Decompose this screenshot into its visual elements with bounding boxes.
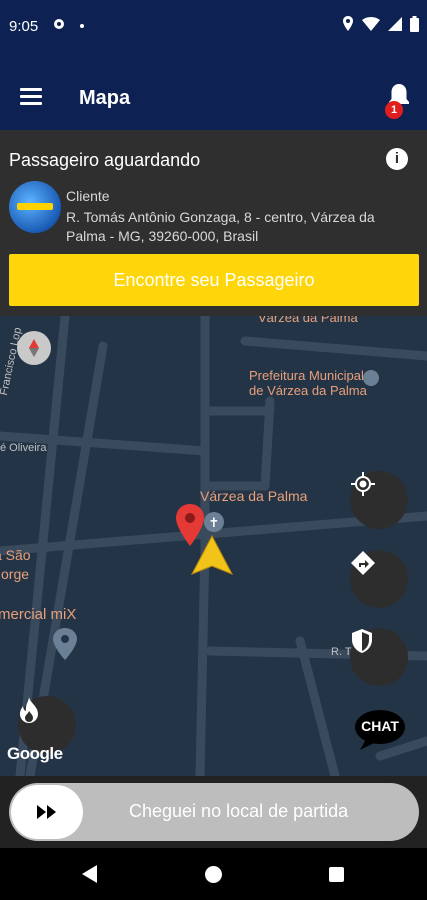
chat-label: CHAT bbox=[361, 718, 399, 734]
map-label-city: Várzea da Palma bbox=[200, 488, 308, 504]
system-nav-bar bbox=[0, 848, 427, 900]
notification-badge: 1 bbox=[385, 101, 403, 119]
directions-button[interactable] bbox=[350, 550, 408, 608]
svg-text:✝: ✝ bbox=[209, 516, 220, 531]
status-time: 9:05 bbox=[9, 18, 39, 35]
home-icon[interactable] bbox=[205, 866, 222, 883]
menu-icon[interactable] bbox=[20, 88, 42, 106]
client-label: Cliente bbox=[66, 188, 110, 204]
signal-icon bbox=[388, 17, 402, 31]
driver-arrow-icon bbox=[190, 534, 234, 575]
passenger-card: Passageiro aguardando i Cliente R. Tomás… bbox=[0, 130, 427, 316]
flame-icon bbox=[20, 697, 38, 723]
app-bar: Mapa bbox=[0, 56, 427, 130]
info-icon[interactable]: i bbox=[386, 148, 408, 170]
back-icon[interactable] bbox=[82, 865, 98, 883]
slider-knob[interactable] bbox=[11, 785, 83, 839]
settings-gear-icon bbox=[54, 19, 64, 29]
battery-icon bbox=[410, 16, 419, 32]
find-passenger-button[interactable]: Encontre seu Passageiro bbox=[9, 254, 419, 306]
card-title: Passageiro aguardando bbox=[9, 150, 201, 170]
map-label-prefeitura: Prefeitura Municipal de Várzea da Palma bbox=[249, 368, 367, 398]
status-icons bbox=[342, 16, 419, 32]
map-label-oliveira: é Oliveira bbox=[0, 442, 47, 454]
location-icon bbox=[343, 16, 353, 31]
map-label-comercial: mercial miX bbox=[0, 606, 77, 623]
notification-dot-icon bbox=[80, 24, 84, 28]
status-bar: 9:05 bbox=[0, 0, 427, 56]
my-location-icon bbox=[351, 472, 375, 496]
map-label-sao-jorge: a São Jorge bbox=[0, 547, 31, 582]
page-title: Mapa bbox=[79, 87, 131, 109]
arrival-slider[interactable]: Cheguei no local de partida bbox=[9, 783, 419, 841]
recent-apps-icon[interactable] bbox=[329, 867, 344, 882]
bottom-bar: Cheguei no local de partida bbox=[0, 776, 427, 848]
map-view[interactable]: ✝ Várzea da Palma Prefeitura Municipal d… bbox=[0, 316, 427, 776]
directions-icon bbox=[351, 551, 375, 575]
shield-icon bbox=[352, 629, 372, 653]
map-label-top-street: Várzea da Palma bbox=[258, 316, 358, 325]
google-attribution: Google bbox=[7, 744, 63, 763]
wifi-icon bbox=[362, 17, 380, 31]
my-location-button[interactable] bbox=[350, 471, 408, 529]
security-button[interactable] bbox=[350, 628, 408, 686]
map-label-rua: R. T bbox=[331, 646, 352, 658]
avatar bbox=[9, 181, 61, 233]
fast-forward-icon bbox=[37, 805, 56, 819]
chat-button[interactable]: CHAT bbox=[354, 709, 406, 750]
client-address: R. Tomás Antônio Gonzaga, 8 - centro, Vá… bbox=[66, 209, 375, 244]
slider-label: Cheguei no local de partida bbox=[129, 801, 349, 821]
